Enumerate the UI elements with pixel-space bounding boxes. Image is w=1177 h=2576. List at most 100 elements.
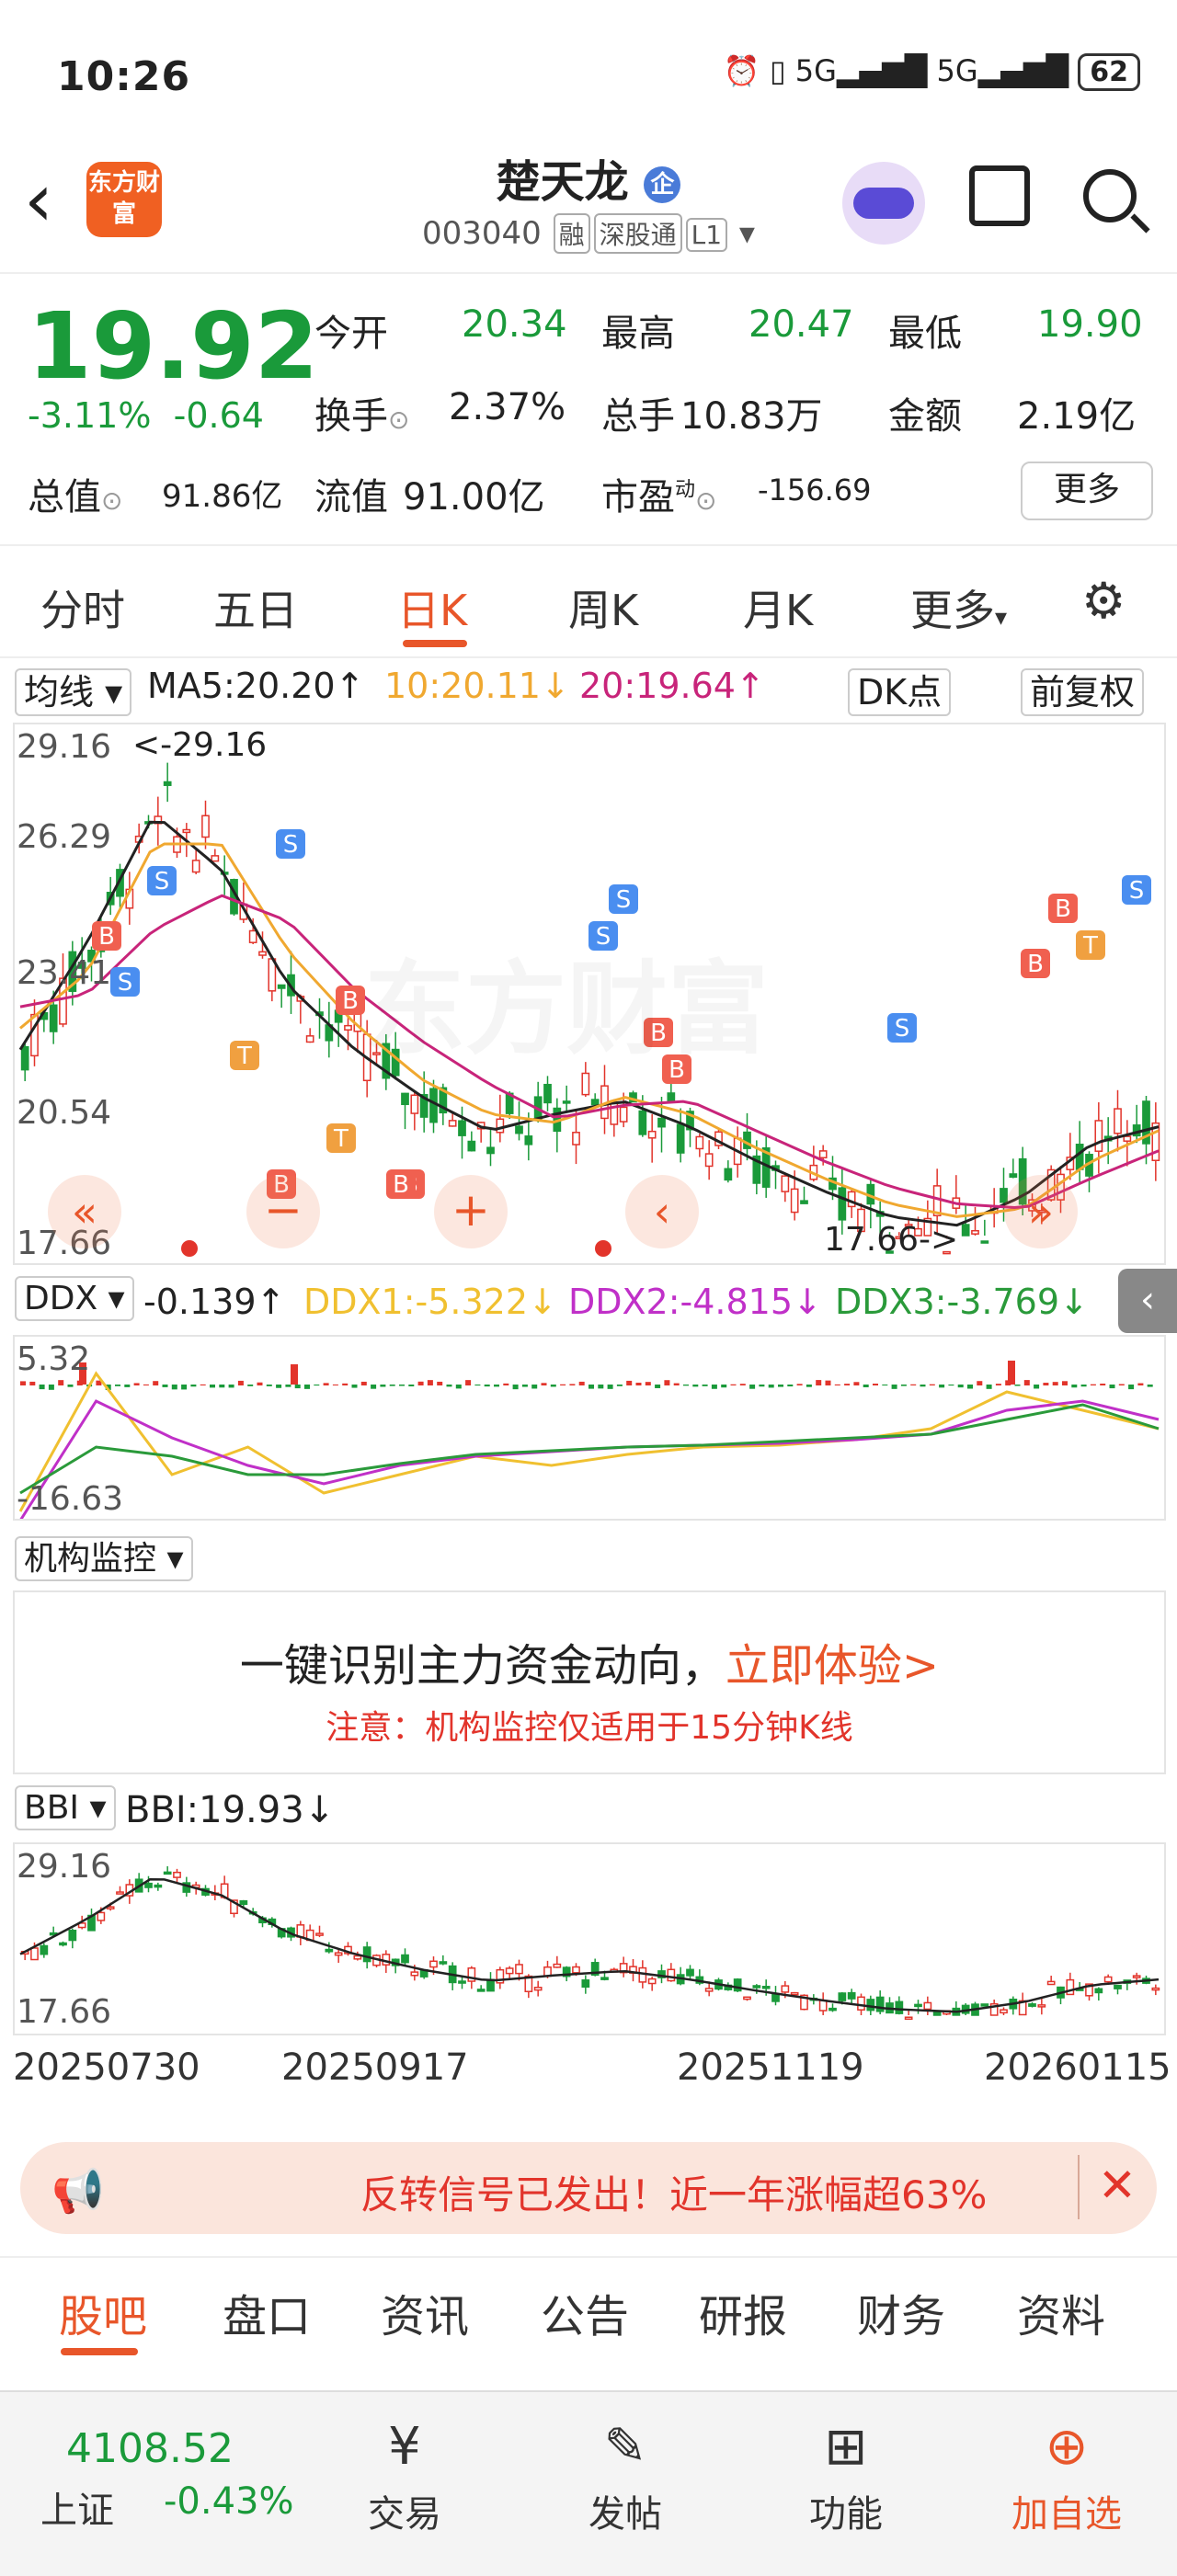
ddx-bar (408, 1385, 415, 1387)
settings-gear-icon[interactable]: ⚙ (1081, 572, 1126, 630)
ddx-bar (550, 1385, 556, 1387)
bbi-dropdown[interactable]: BBI ▾ (15, 1785, 116, 1830)
float-label: 流值 (314, 476, 388, 519)
chevron-down-icon: ▾ (738, 215, 755, 252)
scroll-right-icon[interactable]: » (1004, 1175, 1078, 1248)
scroll-back-icon[interactable]: ‹ (625, 1175, 699, 1248)
ddx-bar (541, 1383, 547, 1385)
candle-body (144, 1882, 153, 1888)
candle-body (980, 2003, 989, 2007)
ddx-bar (1100, 1384, 1106, 1385)
candle-body (1114, 1984, 1122, 1989)
ddx-bar (39, 1385, 45, 1390)
event-dot (181, 1240, 198, 1257)
jigou-cta-link[interactable]: 立即体验> (726, 1640, 939, 1692)
candle-body (1132, 1975, 1141, 1978)
signal-label: B (342, 987, 359, 1015)
ddx-bar (873, 1384, 878, 1385)
ddx-bar (67, 1385, 74, 1387)
index-value[interactable]: 4108.52 (66, 2425, 234, 2472)
candle-body (914, 2003, 922, 2008)
collapse-panel-icon[interactable]: ‹ (1118, 1269, 1177, 1333)
candle-body (248, 929, 257, 943)
index-name[interactable]: 上证 (40, 2480, 114, 2534)
active-tab-underline (403, 640, 467, 647)
ddx-bar (1008, 1361, 1015, 1385)
ddx-bar (1034, 1385, 1040, 1389)
nav-add-watchlist[interactable]: ⊕ 加自选 (993, 2411, 1140, 2537)
tab-finance[interactable]: 财务 (857, 2280, 945, 2344)
adjust-button[interactable]: 前复权 (1021, 664, 1145, 716)
share-icon[interactable] (969, 165, 1030, 226)
candle-body (657, 1117, 666, 1128)
tab-five-day[interactable]: 五日 (213, 577, 298, 638)
nav-functions[interactable]: ⊞ 功能 (772, 2411, 920, 2537)
candle-body (515, 1125, 523, 1134)
tab-guba[interactable]: 股吧 (59, 2280, 147, 2344)
banner-text: 反转信号已发出！近一年涨幅超63% (360, 2172, 988, 2217)
candle-body (761, 1986, 771, 1989)
search-icon[interactable] (1083, 169, 1137, 222)
watermark: 东方财富 (364, 927, 769, 1074)
ddx-bar (153, 1381, 159, 1385)
kline-chart[interactable]: BSBBSSBSSBBSBBTSTTB 29.16 26.29 23.41 20… (13, 723, 1166, 1265)
ma-dropdown[interactable]: 均线 ▾ (15, 664, 132, 716)
clock: 10:26 (57, 53, 191, 100)
nav-post[interactable]: ✎ 发帖 (552, 2411, 699, 2537)
ddx-bar (1014, 1385, 1021, 1386)
more-button[interactable]: 更多 (1021, 462, 1153, 520)
candle-body (581, 1072, 590, 1096)
candle-body (429, 1960, 438, 1968)
jigou-panel[interactable]: 一键识别主力资金动向，立即体验> 注意：机构监控仅适用于15分钟K线 (13, 1590, 1166, 1774)
ddx-bar (512, 1385, 519, 1390)
tab-announcements[interactable]: 公告 (541, 2280, 629, 2344)
tab-profile[interactable]: 资料 (1017, 2280, 1105, 2344)
ddx-bar (616, 1385, 623, 1386)
ddx-bar (900, 1385, 907, 1386)
last-price: 19.92 (28, 292, 319, 400)
ddx-bar (957, 1385, 964, 1388)
scroll-left-icon[interactable]: « (48, 1175, 121, 1248)
mktcap-label: 总值⊙ (28, 476, 123, 519)
tab-daily-k[interactable]: 日K (397, 577, 467, 638)
candle-body (619, 1106, 628, 1123)
ddx-bar (133, 1383, 140, 1385)
candle-body (1009, 1173, 1018, 1179)
tab-more[interactable]: 更多▾ (910, 577, 1007, 638)
ddx-bar (806, 1385, 812, 1387)
tab-news[interactable]: 资讯 (381, 2280, 469, 2344)
zoom-in-icon[interactable]: + (434, 1175, 508, 1248)
candle-body (581, 1979, 590, 1989)
ddx-bar (323, 1383, 329, 1385)
candle-body (239, 1899, 248, 1906)
candle-body (59, 1942, 67, 1946)
jigou-dropdown[interactable]: 机构监控 ▾ (15, 1532, 193, 1581)
ddx-bar (759, 1385, 765, 1387)
tab-monthly-k[interactable]: 月K (743, 577, 813, 638)
candle-body (790, 1991, 799, 1996)
ddx-bar (1080, 1385, 1087, 1387)
edit-icon: ✎ (603, 2417, 647, 2477)
ddx-dropdown[interactable]: DDX ▾ (15, 1276, 134, 1321)
bbi-chart[interactable]: 29.16 17.66 (13, 1842, 1166, 2035)
ddx-chart[interactable]: 5.32 -16.63 (13, 1335, 1166, 1521)
dk-dropdown[interactable]: DK点 (848, 664, 952, 716)
assistant-robot-icon[interactable] (842, 162, 925, 245)
info-icon: ⊙ (388, 405, 410, 435)
volume-value: 10.83万 (680, 395, 823, 438)
nav-trade[interactable]: ¥ 交易 (331, 2411, 478, 2537)
tab-pankou[interactable]: 盘口 (223, 2280, 311, 2344)
ddx-bar (115, 1385, 120, 1386)
ddx-bar (749, 1385, 756, 1389)
zoom-out-icon[interactable]: − (246, 1175, 320, 1248)
candle-body (638, 1966, 647, 1983)
tab-intraday[interactable]: 分时 (40, 577, 125, 638)
candle-body (182, 828, 191, 834)
index-change[interactable]: -0.43% (164, 2480, 294, 2523)
candle-body (1123, 1135, 1132, 1142)
tab-research[interactable]: 研报 (699, 2280, 787, 2344)
high-label: 最高 (601, 313, 675, 355)
tab-weekly-k[interactable]: 周K (568, 577, 638, 638)
close-icon[interactable]: ✕ (1098, 2159, 1137, 2212)
promo-banner[interactable]: 📢 反转信号已发出！近一年涨幅超63% ✕ (20, 2142, 1157, 2234)
